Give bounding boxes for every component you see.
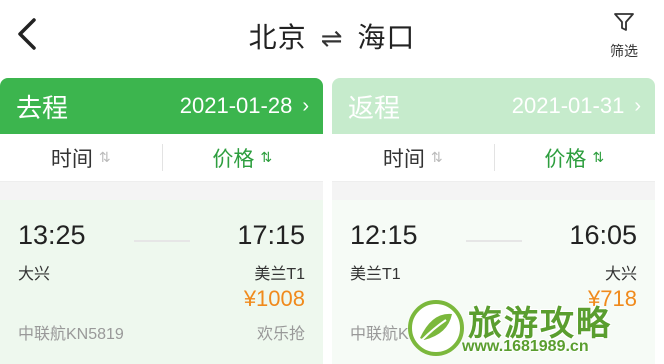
return-sort-price[interactable]: 价格 ⇅ (493, 134, 656, 181)
outbound-panel: 去程 2021-01-28 › 时间 ⇅ 价格 ⇅ 13:25 17:15 大兴… (0, 78, 323, 364)
sort-arrows-icon: ⇅ (260, 149, 273, 165)
separator (332, 182, 655, 200)
sort-price-label: 价格 (544, 147, 587, 171)
leaf-logo-icon (408, 300, 464, 356)
return-date-text: 2021-01-31 (511, 93, 625, 118)
departure-time: 12:15 (350, 220, 418, 250)
funnel-icon (614, 13, 634, 31)
sort-time-label: 时间 (382, 147, 425, 171)
outbound-date-text: 2021-01-28 (179, 93, 293, 118)
arrival-time: 16:05 (569, 220, 637, 250)
watermark-url: www.1681989.cn (462, 338, 589, 355)
outbound-sort-bar: 时间 ⇅ 价格 ⇅ (0, 134, 323, 182)
sort-arrows-icon: ⇅ (98, 149, 111, 165)
outbound-leg-label: 去程 (16, 92, 69, 123)
top-bar: 北京 ⇌ 海口 筛选 (0, 0, 664, 70)
flight-price: ¥1008 (243, 286, 305, 311)
outbound-sort-price[interactable]: 价格 ⇅ (161, 134, 324, 181)
return-sort-time[interactable]: 时间 ⇅ (332, 134, 494, 181)
return-header[interactable]: 返程 2021-01-31 › (332, 78, 655, 134)
airline-flight-number: 中联航KN5819 (18, 326, 124, 343)
destination-city: 海口 (357, 22, 416, 53)
departure-time: 13:25 (18, 220, 86, 250)
promo-tag: 欢乐抢 (256, 326, 305, 343)
filter-label: 筛选 (610, 43, 638, 59)
departure-airport: 美兰T1 (350, 266, 401, 283)
separator (0, 182, 323, 200)
duration-line (465, 240, 522, 242)
outbound-flight-card[interactable]: 13:25 17:15 大兴 美兰T1 ¥1008 中联航KN5819 欢乐抢 (0, 200, 323, 364)
outbound-header[interactable]: 去程 2021-01-28 › (0, 78, 323, 134)
arrival-time: 17:15 (237, 220, 305, 250)
arrival-airport: 大兴 (604, 266, 637, 283)
outbound-date[interactable]: 2021-01-28 › (180, 93, 309, 119)
route-title: 北京 ⇌ 海口 (0, 16, 664, 56)
return-leg-label: 返程 (348, 92, 401, 123)
sort-price-label: 价格 (212, 147, 255, 171)
chevron-right-icon: › (634, 94, 641, 117)
sort-time-label: 时间 (50, 147, 93, 171)
filter-button[interactable]: 筛选 (602, 10, 646, 61)
swap-icon[interactable]: ⇌ (321, 23, 344, 53)
outbound-sort-time[interactable]: 时间 ⇅ (0, 134, 162, 181)
sort-arrows-icon: ⇅ (430, 149, 443, 165)
watermark: 旅游攻略 www.1681989.cn (406, 296, 656, 360)
arrival-airport: 美兰T1 (254, 266, 305, 283)
sort-arrows-icon: ⇅ (592, 149, 605, 165)
return-sort-bar: 时间 ⇅ 价格 ⇅ (332, 134, 655, 182)
return-date[interactable]: 2021-01-31 › (512, 93, 641, 119)
duration-line (133, 240, 190, 242)
chevron-right-icon: › (302, 94, 309, 117)
origin-city: 北京 (248, 22, 307, 53)
departure-airport: 大兴 (18, 266, 51, 283)
